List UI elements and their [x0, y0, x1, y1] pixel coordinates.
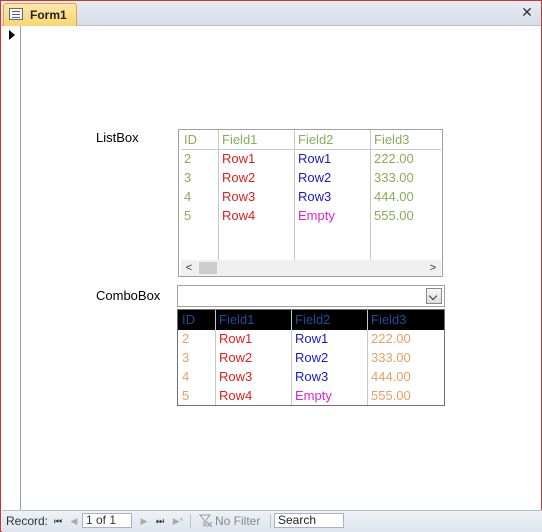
combobox[interactable] [177, 285, 445, 307]
listbox-cell-id[interactable]: 5 [184, 208, 191, 223]
separator [270, 514, 271, 528]
no-filter-icon [199, 514, 213, 527]
dropdown-cell-field3[interactable]: 222.00 [371, 331, 411, 346]
listbox-column-header-field1: Field1 [222, 132, 258, 147]
listbox-cell-field1[interactable]: Row4 [222, 208, 255, 223]
column-divider [291, 310, 292, 405]
new-record-icon[interactable]: ▶* [170, 515, 186, 527]
separator [190, 514, 191, 528]
tab-label: Form1 [30, 8, 67, 22]
horizontal-scrollbar[interactable]: < > [181, 260, 441, 276]
dropdown-cell-id[interactable]: 3 [182, 350, 189, 365]
dropdown-column-header-id: ID [182, 312, 195, 327]
column-divider [367, 310, 368, 405]
next-record-icon[interactable]: ▶ [138, 515, 150, 527]
dropdown-cell-field3[interactable]: 333.00 [371, 350, 411, 365]
listbox-cell-field3[interactable]: 444.00 [374, 189, 414, 204]
dropdown-column-header-field3: Field3 [371, 312, 407, 327]
dropdown-cell-id[interactable]: 2 [182, 331, 189, 346]
dropdown-column-header-field2: Field2 [295, 312, 331, 327]
listbox-column-header-field3: Field3 [374, 132, 410, 147]
record-navigation-bar: Record: ⏮ ◀ 1 of 1 ▶ ⏭ ▶* No Filter Sear… [2, 510, 542, 532]
listbox-column-header-id: ID [184, 132, 197, 147]
form-icon [9, 8, 23, 20]
listbox-cell-id[interactable]: 4 [184, 189, 191, 204]
listbox[interactable]: ID Field1 Field2 Field3 2 Row1 Row1 222.00 3 Row2… [178, 129, 443, 277]
last-record-icon[interactable]: ⏭ [154, 515, 166, 527]
record-selector[interactable] [2, 26, 21, 510]
listbox-cell-field2[interactable]: Row2 [298, 170, 331, 185]
record-label: Record: [6, 514, 49, 528]
dropdown-cell-field1[interactable]: Row2 [219, 350, 252, 365]
dropdown-cell-field2[interactable]: Row2 [295, 350, 328, 365]
combobox-dropdown-list[interactable]: ID Field1 Field2 Field3 2 Row1 Row1 222.00 3 Row2… [177, 309, 445, 406]
listbox-column-header-field2: Field2 [298, 132, 334, 147]
listbox-cell-field2[interactable]: Empty [298, 208, 335, 223]
form-window: Form1 ✕ ListBox ID Field1 Field2 Field3 2 Row… [0, 0, 542, 532]
current-record-arrow-icon [9, 30, 15, 40]
listbox-cell-field3[interactable]: 333.00 [374, 170, 414, 185]
first-record-icon[interactable]: ⏮ [52, 515, 64, 527]
dropdown-cell-field2[interactable]: Row3 [295, 369, 328, 384]
filter-status[interactable]: No Filter [215, 514, 260, 528]
dropdown-cell-field2[interactable]: Row1 [295, 331, 328, 346]
dropdown-cell-field3[interactable]: 444.00 [371, 369, 411, 384]
listbox-cell-field3[interactable]: 555.00 [374, 208, 414, 223]
listbox-cell-field1[interactable]: Row2 [222, 170, 255, 185]
listbox-label: ListBox [96, 130, 139, 145]
dropdown-cell-field1[interactable]: Row3 [219, 369, 252, 384]
dropdown-cell-field3[interactable]: 555.00 [371, 388, 411, 403]
listbox-cell-id[interactable]: 3 [184, 170, 191, 185]
current-record-input[interactable]: 1 of 1 [82, 513, 132, 528]
listbox-cell-field1[interactable]: Row1 [222, 151, 255, 166]
listbox-cell-id[interactable]: 2 [184, 151, 191, 166]
dropdown-cell-field1[interactable]: Row1 [219, 331, 252, 346]
dropdown-cell-field2[interactable]: Empty [295, 388, 332, 403]
column-divider [215, 310, 216, 405]
dropdown-cell-id[interactable]: 4 [182, 369, 189, 384]
listbox-cell-field3[interactable]: 222.00 [374, 151, 414, 166]
previous-record-icon[interactable]: ◀ [68, 515, 80, 527]
search-input[interactable]: Search [274, 513, 344, 528]
dropdown-arrow-icon[interactable] [426, 288, 442, 304]
close-button[interactable]: ✕ [519, 4, 535, 20]
listbox-cell-field2[interactable]: Row1 [298, 151, 331, 166]
scroll-right-icon[interactable]: > [425, 260, 441, 276]
dropdown-cell-id[interactable]: 5 [182, 388, 189, 403]
header-divider [181, 149, 441, 150]
tab-form1[interactable]: Form1 [3, 3, 77, 26]
dropdown-cell-field1[interactable]: Row4 [219, 388, 252, 403]
scroll-left-icon[interactable]: < [181, 260, 197, 276]
document-tab-bar: Form1 ✕ [1, 1, 541, 26]
scroll-thumb[interactable] [199, 262, 217, 274]
dropdown-column-header-field1: Field1 [219, 312, 255, 327]
combobox-label: ComboBox [96, 288, 161, 303]
listbox-cell-field2[interactable]: Row3 [298, 189, 331, 204]
listbox-cell-field1[interactable]: Row3 [222, 189, 255, 204]
